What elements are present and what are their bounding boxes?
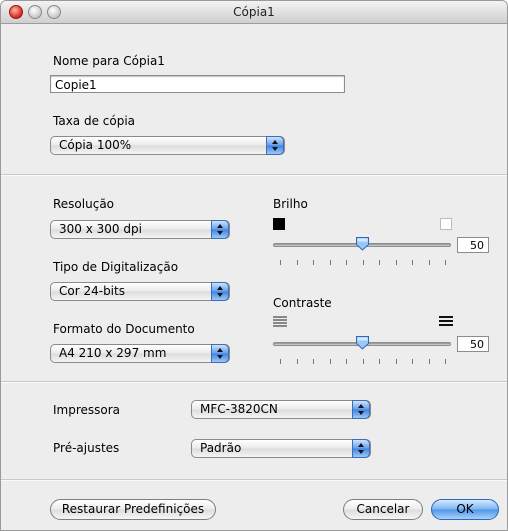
cancel-button[interactable]: Cancelar bbox=[343, 499, 423, 520]
slider-tick bbox=[395, 260, 397, 265]
printer-popup[interactable]: MFC-3820CN bbox=[191, 400, 371, 419]
document-format-value: A4 210 x 297 mm bbox=[59, 346, 167, 360]
slider-tick bbox=[280, 359, 281, 364]
popup-arrows-icon bbox=[211, 344, 229, 363]
slider-tick bbox=[362, 260, 364, 265]
slider-tick bbox=[280, 260, 281, 265]
separator bbox=[1, 381, 507, 383]
popup-arrows-icon bbox=[211, 282, 229, 301]
low-contrast-icon bbox=[273, 316, 287, 327]
copy-name-input[interactable]: Copie1 bbox=[50, 75, 345, 93]
brightness-slider-knob[interactable] bbox=[355, 236, 370, 251]
contrast-ticks bbox=[280, 359, 446, 365]
slider-tick bbox=[445, 260, 446, 265]
slider-tick bbox=[329, 359, 331, 364]
presets-popup[interactable]: Padrão bbox=[191, 439, 371, 458]
copy-rate-label: Taxa de cópia bbox=[53, 114, 136, 128]
restore-defaults-button[interactable]: Restaurar Predefinições bbox=[50, 499, 216, 520]
white-square-icon bbox=[440, 218, 452, 230]
brightness-label: Brilho bbox=[273, 197, 308, 211]
brightness-value-field[interactable]: 50 bbox=[457, 237, 489, 253]
slider-tick bbox=[346, 260, 347, 265]
slider-tick bbox=[296, 359, 298, 364]
scan-type-popup[interactable]: Cor 24-bits bbox=[50, 282, 230, 301]
contrast-slider-knob[interactable] bbox=[355, 335, 370, 350]
slider-tick bbox=[346, 359, 347, 364]
presets-label: Pré-ajustes bbox=[53, 441, 120, 455]
resolution-value: 300 x 300 dpi bbox=[59, 222, 142, 236]
popup-arrows-icon bbox=[266, 136, 284, 155]
slider-tick bbox=[329, 260, 331, 265]
dialog-content: Nome para Cópia1 Copie1 Taxa de cópia Có… bbox=[1, 24, 507, 530]
slider-tick bbox=[362, 359, 364, 364]
copy-rate-popup[interactable]: Cópia 100% bbox=[50, 136, 285, 155]
slider-tick bbox=[379, 359, 380, 364]
scan-type-value: Cor 24-bits bbox=[59, 284, 125, 298]
black-square-icon bbox=[273, 218, 285, 230]
printer-label: Impressora bbox=[53, 403, 121, 417]
high-contrast-icon bbox=[439, 316, 453, 326]
slider-tick bbox=[296, 260, 298, 265]
contrast-value-field[interactable]: 50 bbox=[457, 336, 489, 352]
resolution-label: Resolução bbox=[53, 197, 115, 211]
resolution-popup[interactable]: 300 x 300 dpi bbox=[50, 220, 230, 239]
document-format-popup[interactable]: A4 210 x 297 mm bbox=[50, 344, 230, 363]
popup-arrows-icon bbox=[352, 439, 370, 458]
slider-tick bbox=[379, 260, 380, 265]
slider-tick bbox=[313, 260, 314, 265]
popup-arrows-icon bbox=[352, 400, 370, 419]
title-bar: Cópia1 bbox=[1, 1, 507, 24]
printer-value: MFC-3820CN bbox=[200, 402, 278, 416]
presets-value: Padrão bbox=[200, 441, 242, 455]
popup-arrows-icon bbox=[211, 220, 229, 239]
copy-name-label: Nome para Cópia1 bbox=[53, 54, 165, 68]
separator bbox=[1, 174, 507, 176]
ok-button[interactable]: OK bbox=[431, 499, 499, 520]
window-title: Cópia1 bbox=[233, 5, 275, 19]
slider-tick bbox=[313, 359, 314, 364]
slider-tick bbox=[428, 359, 430, 364]
document-format-label: Formato do Documento bbox=[53, 322, 195, 336]
slider-tick bbox=[445, 359, 446, 364]
slider-tick bbox=[412, 260, 413, 265]
copy-settings-window: Cópia1 Nome para Cópia1 Copie1 Taxa de c… bbox=[0, 0, 508, 531]
separator bbox=[1, 479, 507, 481]
slider-tick bbox=[395, 359, 397, 364]
slider-tick bbox=[428, 260, 430, 265]
brightness-ticks bbox=[280, 260, 446, 266]
copy-rate-value: Cópia 100% bbox=[59, 138, 132, 152]
slider-tick bbox=[412, 359, 413, 364]
scan-type-label: Tipo de Digitalização bbox=[53, 260, 179, 274]
contrast-label: Contraste bbox=[273, 296, 332, 310]
